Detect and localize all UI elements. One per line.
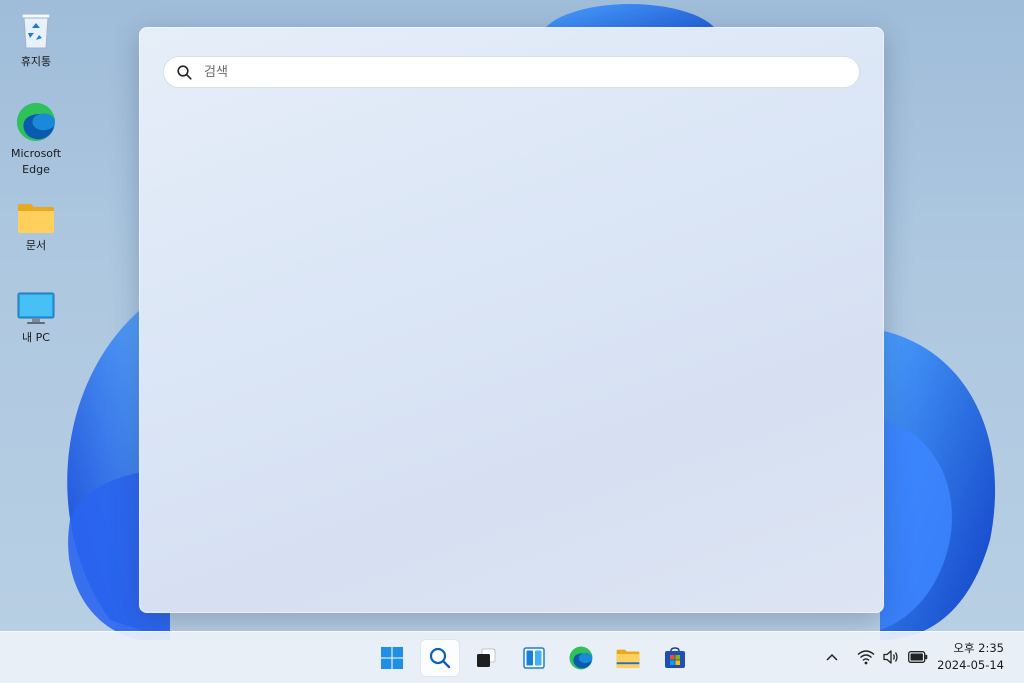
volume-icon[interactable] bbox=[882, 649, 900, 665]
search-icon bbox=[177, 65, 192, 80]
desktop-icon-label: 휴지통 bbox=[20, 55, 52, 68]
windows-start-icon bbox=[381, 647, 403, 669]
edge-icon bbox=[17, 103, 55, 141]
battery-icon[interactable] bbox=[908, 651, 928, 663]
recycle-bin-icon bbox=[21, 13, 51, 49]
widgets-icon bbox=[523, 647, 545, 669]
folder-icon bbox=[616, 649, 640, 668]
taskbar: 오후 2:35 2024-05-14 bbox=[0, 631, 1024, 683]
taskbar-start-button[interactable] bbox=[373, 640, 411, 676]
desktop-icon-label: 문서 bbox=[25, 239, 47, 252]
taskbar-file-explorer-button[interactable] bbox=[609, 640, 647, 676]
desktop-icon-this-pc[interactable]: 내 PC bbox=[6, 292, 66, 346]
taskbar-widgets-button[interactable] bbox=[515, 640, 553, 676]
taskbar-clock[interactable]: 오후 2:35 2024-05-14 bbox=[937, 640, 1004, 674]
clock-time: 오후 2:35 bbox=[953, 641, 1004, 655]
folder-icon bbox=[18, 204, 54, 233]
taskbar-task-view-button[interactable] bbox=[467, 640, 505, 676]
search-panel bbox=[139, 27, 884, 613]
wifi-icon[interactable] bbox=[857, 649, 875, 665]
search-input[interactable] bbox=[204, 57, 844, 87]
desktop-icon-label: Microsoft Edge bbox=[10, 147, 62, 176]
desktop: 휴지통 Microsoft Edge 문서 내 PC 검색 오후 2:35 20… bbox=[0, 0, 1024, 683]
edge-icon bbox=[569, 646, 593, 670]
taskbar-search-button[interactable] bbox=[421, 640, 459, 676]
desktop-icon-edge[interactable]: Microsoft Edge bbox=[6, 102, 66, 178]
store-icon bbox=[665, 647, 685, 668]
monitor-icon bbox=[17, 292, 55, 324]
taskbar-edge-button[interactable] bbox=[562, 640, 600, 676]
desktop-icon-label: 내 PC bbox=[22, 331, 50, 344]
search-icon bbox=[429, 647, 451, 669]
desktop-icon-documents[interactable]: 문서 bbox=[6, 202, 66, 254]
desktop-icon-recycle-bin[interactable]: 휴지통 bbox=[6, 10, 66, 70]
clock-date: 2024-05-14 bbox=[937, 658, 1004, 672]
taskbar-store-button[interactable] bbox=[656, 640, 694, 676]
chevron-up-icon[interactable] bbox=[825, 652, 839, 662]
search-box[interactable] bbox=[163, 56, 860, 88]
task-view-icon bbox=[477, 648, 496, 667]
